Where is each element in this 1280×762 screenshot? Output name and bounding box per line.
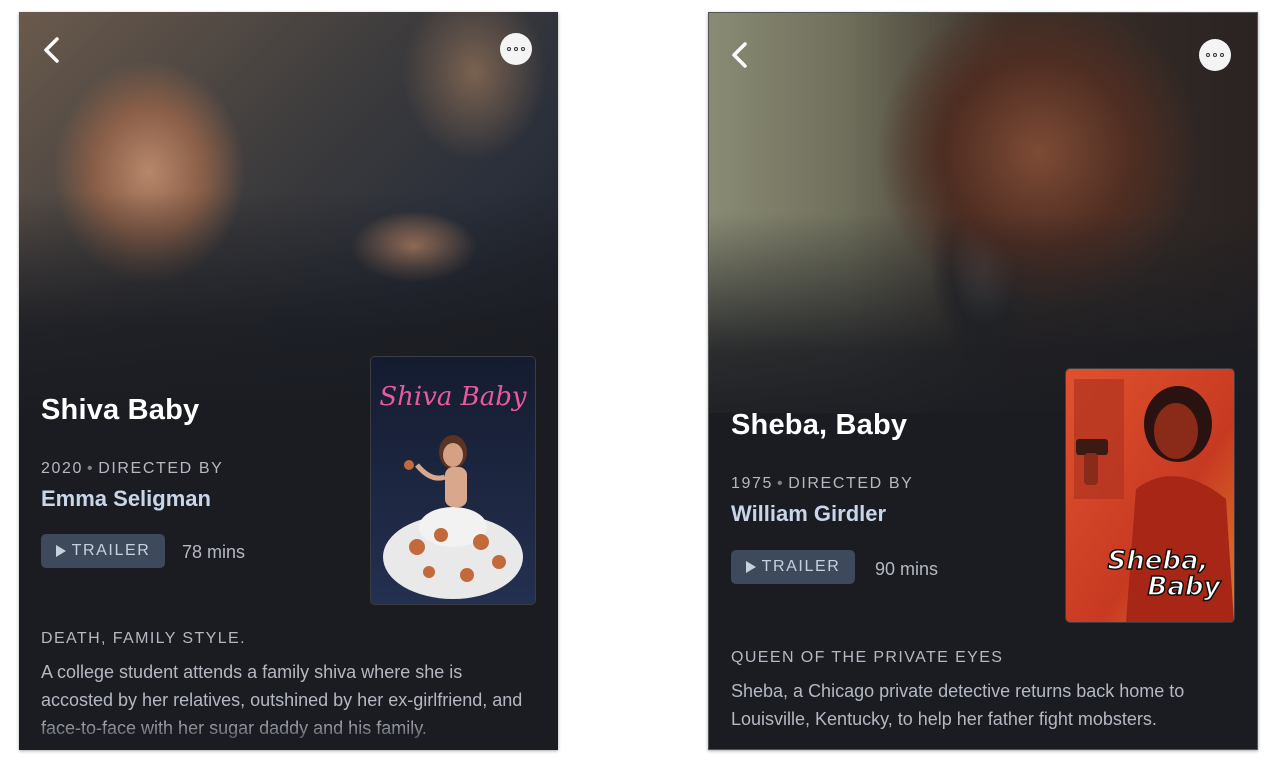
poster-art: Shiva Baby	[371, 357, 535, 604]
movie-meta: 1975 • DIRECTED BY	[731, 475, 914, 492]
directed-by-label: DIRECTED BY	[98, 460, 224, 477]
poster-title: Shiva Baby	[379, 382, 527, 412]
tagline: QUEEN OF THE PRIVATE EYES	[731, 649, 1004, 666]
more-options-icon	[1206, 53, 1210, 57]
more-options-icon	[507, 47, 511, 51]
movie-card-sheba-baby: Sheba, Baby 1975 • DIRECTED BY William Gir…	[708, 12, 1258, 750]
trailer-button[interactable]: TRAILER	[41, 534, 165, 568]
runtime: 90 mins	[875, 559, 939, 579]
more-options-button[interactable]	[1199, 39, 1231, 71]
directed-by-label: DIRECTED BY	[788, 475, 914, 492]
movie-meta: 2020 • DIRECTED BY	[41, 460, 224, 477]
chevron-left-icon	[44, 37, 59, 63]
trailer-label: TRAILER	[71, 542, 151, 559]
tagline: DEATH, FAMILY STYLE.	[41, 630, 246, 647]
play-icon	[745, 561, 756, 573]
release-year: 2020	[41, 460, 83, 477]
trailer-button[interactable]: TRAILER	[731, 550, 855, 584]
more-options-button[interactable]	[500, 33, 532, 65]
back-button[interactable]	[729, 41, 751, 69]
movie-title: Shiva Baby	[41, 394, 200, 426]
movie-poster[interactable]: Shiva Baby	[371, 357, 535, 604]
description: Sheba, a Chicago private detective retur…	[731, 681, 1185, 729]
movie-poster[interactable]: Sheba, Baby	[1066, 369, 1234, 622]
movie-title: Sheba, Baby	[731, 409, 908, 441]
director-name[interactable]: Emma Seligman	[41, 486, 211, 512]
play-icon	[55, 545, 66, 557]
poster-art: Sheba, Baby	[1066, 369, 1234, 622]
movie-card-shiva-baby: Shiva Baby 2020 • DIRECTED BY Emma Seligma…	[19, 12, 558, 750]
back-button[interactable]	[41, 36, 63, 64]
poster-title-line2: Baby	[1148, 572, 1222, 602]
director-name[interactable]: William Girdler	[731, 501, 886, 527]
chevron-left-icon	[732, 42, 747, 68]
trailer-label: TRAILER	[761, 558, 841, 575]
runtime: 78 mins	[182, 542, 246, 562]
release-year: 1975	[731, 475, 773, 492]
